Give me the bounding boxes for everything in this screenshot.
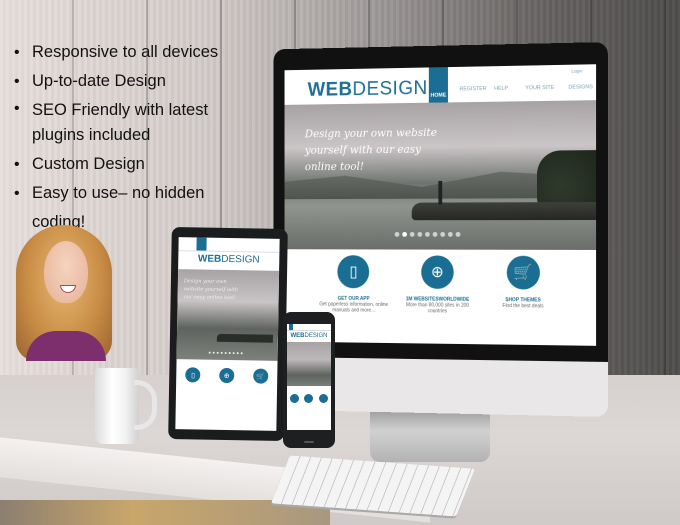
- cart-icon: 🛒: [506, 255, 540, 290]
- slider-dot[interactable]: [394, 231, 400, 237]
- feature-card[interactable]: ⊕ 1M WEBSITESWORLDWIDE More than 80,000 si…: [399, 250, 475, 345]
- bullet-icon: •: [14, 185, 20, 202]
- slider-dot[interactable]: [417, 231, 423, 237]
- feature-card-desc: More than 80,000 sites in 200 countries: [406, 302, 469, 315]
- monitor-screen: WEBDESIGN HOME REGISTER HELP YOUR SITE D…: [284, 64, 597, 346]
- phone-logo: WEBDESIGN: [290, 333, 328, 339]
- cart-icon: [319, 394, 329, 403]
- tablet-nav-home[interactable]: [196, 237, 207, 251]
- tablet-logo: WEBDESIGN: [197, 253, 260, 266]
- phone-hero: [287, 342, 331, 386]
- feature-item: • Custom Design: [12, 150, 262, 179]
- nav-help[interactable]: HELP: [494, 86, 508, 92]
- coffee-mug: [95, 368, 139, 444]
- bullet-icon: •: [14, 100, 20, 117]
- phone-icon: [289, 394, 299, 403]
- feature-list: • Responsive to all devices • Up-to-date D…: [12, 38, 262, 237]
- phone-screen: WEBDESIGN: [287, 324, 331, 430]
- bullet-icon: •: [14, 73, 20, 90]
- portrait-face: [44, 241, 88, 303]
- tablet-hero-text: Design your own website yourself with ou…: [183, 278, 239, 302]
- tablet-pier: [216, 333, 273, 343]
- slider-dot[interactable]: [432, 231, 438, 237]
- slider-dot[interactable]: [402, 231, 407, 237]
- slider-dot[interactable]: [455, 231, 461, 237]
- phone-icon: ▯: [185, 367, 201, 383]
- slider-dots[interactable]: [394, 231, 461, 237]
- nav-register[interactable]: REGISTER: [459, 86, 486, 92]
- globe-icon: ⊕: [421, 255, 454, 289]
- feature-item: • Up-to-date Design: [12, 67, 262, 96]
- portrait-photo: [14, 223, 114, 361]
- phone-icon: ▯: [337, 255, 370, 289]
- tablet-nav: [178, 237, 280, 253]
- tablet-screen: WEBDESIGN Design your own website yourse…: [175, 237, 280, 431]
- bullet-icon: •: [14, 44, 20, 61]
- globe-icon: ⊕: [219, 367, 235, 384]
- monitor-stand: [370, 410, 490, 462]
- tablet-slider-dots: [208, 351, 243, 355]
- phone-nav: [287, 324, 331, 331]
- feature-card-desc: Find the best deals: [502, 303, 544, 310]
- site-header: WEBDESIGN HOME REGISTER HELP YOUR SITE D…: [284, 64, 597, 106]
- globe-icon: [304, 394, 314, 403]
- phone-home-button: [304, 441, 314, 443]
- tablet-hero: Design your own website yourself with ou…: [176, 269, 280, 361]
- site-logo[interactable]: WEBDESIGN: [308, 77, 428, 101]
- slider-dot[interactable]: [447, 231, 453, 237]
- nav-designs[interactable]: DESIGNS: [568, 84, 592, 90]
- slider-dot[interactable]: [409, 231, 415, 237]
- nav-your-site[interactable]: YOUR SITE: [525, 85, 554, 91]
- feature-card[interactable]: 🛒 SHOP THEMES Find the best deals: [484, 250, 562, 346]
- feature-item: • SEO Friendly with latest plugins includ…: [12, 96, 262, 150]
- slider-dot[interactable]: [425, 231, 430, 237]
- hero-banner: Design your own website yourself with ou…: [284, 100, 597, 250]
- bullet-icon: •: [14, 156, 20, 173]
- smartphone-device: WEBDESIGN: [283, 312, 335, 448]
- tablet-device: WEBDESIGN Design your own website yourse…: [168, 227, 288, 441]
- hero-lighthouse: [438, 180, 443, 205]
- hero-headline: Design your own website yourself with ou…: [304, 126, 437, 174]
- phone-nav-home[interactable]: [289, 324, 293, 330]
- phone-feature-icons: [287, 394, 331, 403]
- login-link[interactable]: Login: [571, 68, 582, 73]
- cart-icon: 🛒: [252, 368, 269, 384]
- hero-pier: [411, 202, 597, 221]
- feature-item: • Responsive to all devices: [12, 38, 262, 67]
- nav-home[interactable]: HOME: [428, 67, 448, 103]
- tablet-feature-icons: ▯ ⊕ 🛒: [176, 367, 277, 384]
- slider-dot[interactable]: [440, 231, 446, 237]
